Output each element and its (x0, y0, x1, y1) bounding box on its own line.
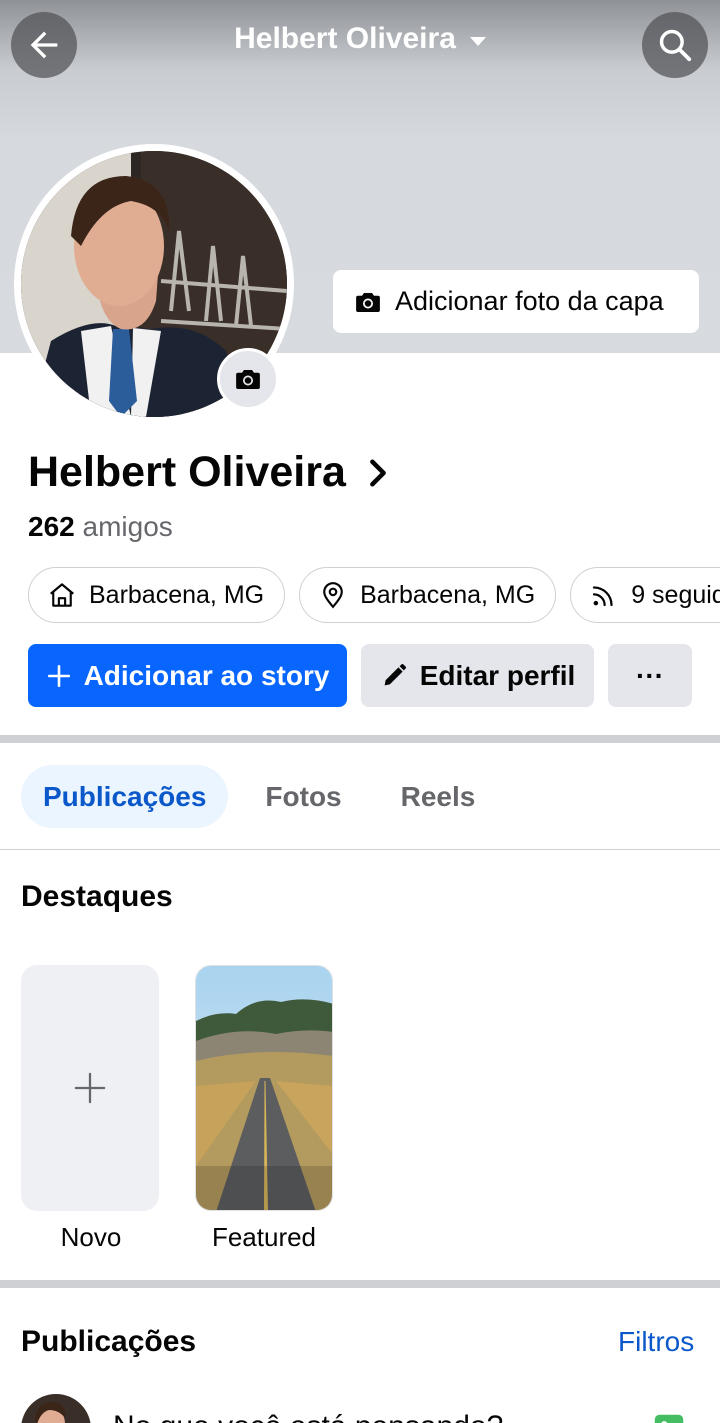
edit-profile-label: Editar perfil (419, 659, 576, 691)
profile-name: Helbert Oliveira (28, 448, 346, 496)
detail-chip-label: 9 seguid (631, 580, 720, 609)
page-title: Helbert Oliveira (234, 22, 456, 55)
profile-name-link[interactable]: Helbert Oliveira (28, 448, 390, 497)
add-cover-photo-label: Adicionar foto da capa (395, 286, 664, 316)
profile-details: Barbacena, MG Barbacena, MG 9 seguid (28, 567, 720, 623)
profile-switcher[interactable]: Helbert Oliveira (0, 22, 720, 56)
more-options-button[interactable]: ··· (608, 644, 692, 707)
filters-link[interactable]: Filtros (618, 1326, 694, 1358)
featured-cover-image (196, 966, 332, 1210)
profile-actions: Adicionar ao story Editar perfil ··· (28, 644, 692, 707)
search-button[interactable] (642, 12, 708, 78)
add-cover-photo-button[interactable]: Adicionar foto da capa (333, 270, 699, 333)
friends-count[interactable]: 262 amigos (28, 511, 173, 543)
tab-fotos[interactable]: Fotos (243, 765, 363, 828)
composer-input[interactable]: No que você está pensando? (113, 1410, 503, 1423)
search-icon (659, 29, 692, 62)
plus-icon (47, 664, 70, 687)
camera-icon (236, 370, 260, 389)
chevron-right-icon (370, 459, 386, 486)
posts-title: Publicações (21, 1325, 197, 1358)
more-dots-icon: ··· (636, 659, 664, 691)
edit-profile-button[interactable]: Editar perfil (361, 644, 594, 707)
profile-photo-thumbnail (21, 1394, 91, 1423)
detail-chip-label: Barbacena, MG (360, 580, 536, 609)
highlight-new[interactable] (21, 965, 159, 1211)
photo-icon[interactable] (650, 1410, 688, 1423)
detail-chip-followers[interactable]: 9 seguid (570, 567, 720, 623)
rss-icon (593, 586, 613, 607)
highlight-label: Novo (60, 1222, 122, 1252)
tab-reels[interactable]: Reels (379, 765, 498, 828)
plus-icon (74, 1072, 106, 1104)
detail-chip-hometown[interactable]: Barbacena, MG (28, 567, 286, 623)
pencil-icon (384, 663, 406, 685)
tab-publicacoes[interactable]: Publicações (21, 765, 229, 828)
detail-chip-label: Barbacena, MG (89, 580, 265, 609)
add-to-story-button[interactable]: Adicionar ao story (28, 644, 347, 707)
friends-label: amigos (82, 511, 173, 542)
tabs-divider (0, 849, 720, 850)
highlight-label: Featured (211, 1222, 317, 1252)
section-divider (0, 1280, 720, 1288)
update-profile-photo-button[interactable] (217, 348, 279, 410)
section-divider (0, 735, 720, 743)
highlights-title: Destaques (21, 880, 173, 913)
composer-avatar[interactable] (21, 1394, 91, 1423)
caret-down-icon (469, 36, 486, 46)
profile-tabs: Publicações Fotos Reels (21, 765, 512, 828)
home-icon (50, 583, 74, 607)
highlight-featured[interactable] (195, 965, 333, 1211)
location-pin-icon (323, 582, 343, 609)
add-to-story-label: Adicionar ao story (83, 659, 330, 691)
detail-chip-location[interactable]: Barbacena, MG (299, 567, 557, 623)
friends-number: 262 (28, 511, 75, 542)
camera-icon (356, 292, 380, 312)
